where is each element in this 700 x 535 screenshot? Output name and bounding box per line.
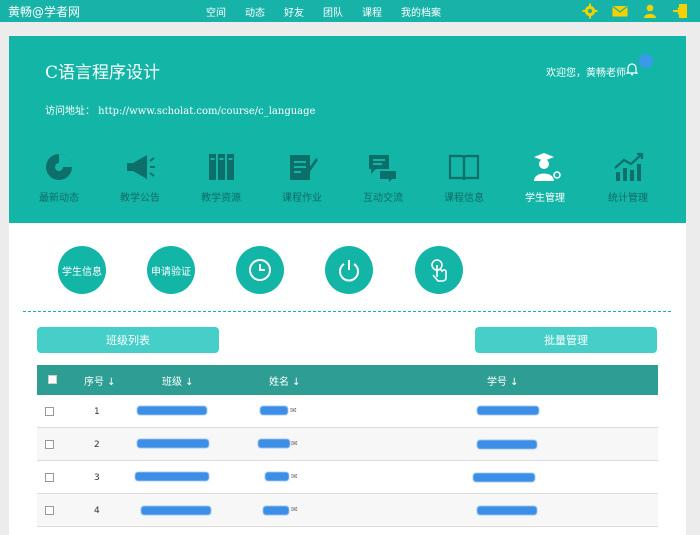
redacted-class (141, 506, 211, 515)
module-label: 课程作业 (282, 193, 322, 204)
graduate-icon (534, 153, 561, 181)
row-seq: 2 (94, 440, 100, 450)
redacted-class (137, 439, 209, 448)
site-name[interactable]: 黄畅@学者网 (8, 3, 80, 20)
nav-team[interactable]: 团队 (323, 4, 343, 19)
redacted-student-id (477, 440, 537, 449)
access-url: 访问地址： http://www.scholat.com/course/c_la… (45, 106, 316, 117)
module-label: 最新动态 (39, 193, 79, 204)
chat-icon (369, 155, 396, 182)
module-label: 教学资源 (201, 193, 241, 204)
redacted-name (265, 472, 289, 481)
mail-icon[interactable]: ✉ (291, 472, 298, 481)
clock-icon (249, 259, 271, 281)
module-label: 课程信息 (444, 193, 484, 204)
megaphone-icon (127, 155, 155, 179)
seq-header[interactable]: 序号 ↓ (84, 373, 116, 388)
redacted-class (135, 472, 209, 481)
class-list-button[interactable]: 班级列表 (37, 327, 219, 353)
bell-icon[interactable] (625, 62, 639, 76)
row-checkbox[interactable] (45, 407, 54, 416)
book-icon (448, 154, 480, 181)
redacted-student-id (477, 406, 539, 415)
table-row[interactable]: 1 ✉ (37, 395, 658, 428)
welcome-text: 欢迎您，黄畅老师 (546, 68, 626, 79)
nav-friends[interactable]: 好友 (284, 4, 304, 19)
apply-verify-button[interactable]: 申请验证 (147, 246, 195, 294)
redacted-student-id (473, 473, 535, 482)
student-actions: 学生信息 申请验证 (9, 246, 686, 296)
course-panel: C语言程序设计 欢迎您，黄畅老师 访问地址： http://www.schola… (9, 36, 686, 535)
row-checkbox[interactable] (45, 506, 54, 515)
nav-feed[interactable]: 动态 (245, 4, 265, 19)
module-label: 学生管理 (525, 193, 565, 204)
user-icon[interactable] (642, 3, 658, 19)
module-label: 统计管理 (608, 193, 648, 204)
module-bar: 最新动态 教学公告 教学资源 课程作业 互动交流 课程信息 学生管理 统计管理 (9, 151, 686, 211)
top-bar: 黄畅@学者网 空间 动态 好友 团队 课程 我的档案 (0, 0, 700, 22)
table-header: 序号 ↓ 班级 ↓ 姓名 ↓ 学号 ↓ (37, 365, 658, 395)
redacted-name (263, 506, 289, 515)
touch-button[interactable] (415, 246, 463, 294)
redacted-class (137, 406, 207, 415)
module-discussion[interactable]: 互动交流 (343, 151, 423, 204)
nav-space[interactable]: 空间 (206, 4, 226, 19)
module-course-info[interactable]: 课程信息 (424, 151, 504, 204)
module-student-management[interactable]: 学生管理 (505, 151, 585, 204)
mail-icon[interactable]: ✉ (290, 406, 297, 415)
edit-doc-icon (290, 155, 318, 180)
batch-manage-button[interactable]: 批量管理 (475, 327, 657, 353)
section-divider (23, 311, 671, 312)
history-button[interactable] (236, 246, 284, 294)
module-assignments[interactable]: 课程作业 (262, 151, 342, 204)
row-seq: 1 (94, 407, 100, 417)
course-title: C语言程序设计 (45, 63, 161, 83)
name-header[interactable]: 姓名 ↓ (269, 373, 301, 388)
pie-chart-icon (46, 154, 72, 180)
module-statistics[interactable]: 统计管理 (588, 151, 668, 204)
student-table: 序号 ↓ 班级 ↓ 姓名 ↓ 学号 ↓ 1 ✉ 2 ✉ 3 ✉ 4 ✉ (37, 365, 658, 527)
class-header[interactable]: 班级 ↓ (162, 373, 194, 388)
top-nav: 空间 动态 好友 团队 课程 我的档案 (206, 4, 460, 19)
student-id-header[interactable]: 学号 ↓ (487, 373, 519, 388)
power-button[interactable] (325, 246, 373, 294)
row-seq: 4 (94, 506, 100, 516)
module-resources[interactable]: 教学资源 (181, 151, 261, 204)
settings-icon[interactable] (582, 3, 598, 19)
course-banner: C语言程序设计 欢迎您，黄畅老师 访问地址： http://www.schola… (9, 36, 686, 223)
notification-badge[interactable] (639, 54, 653, 68)
binders-icon (209, 154, 234, 180)
table-row[interactable]: 3 ✉ (37, 461, 658, 494)
student-info-button[interactable]: 学生信息 (58, 246, 106, 294)
row-checkbox[interactable] (45, 440, 54, 449)
row-checkbox[interactable] (45, 473, 54, 482)
logout-icon[interactable] (672, 3, 688, 19)
nav-my-profile[interactable]: 我的档案 (401, 4, 441, 19)
nav-courses[interactable]: 课程 (362, 4, 382, 19)
module-announcements[interactable]: 教学公告 (100, 151, 180, 204)
table-row[interactable]: 4 ✉ (37, 494, 658, 527)
redacted-student-id (477, 506, 537, 515)
top-icons (568, 3, 688, 19)
table-row[interactable]: 2 ✉ (37, 428, 658, 461)
mail-icon[interactable] (612, 3, 628, 19)
module-label: 互动交流 (363, 193, 403, 204)
row-seq: 3 (94, 473, 100, 483)
mail-icon[interactable]: ✉ (291, 505, 298, 514)
power-icon (339, 260, 359, 282)
module-label: 教学公告 (120, 193, 160, 204)
touch-icon (431, 259, 447, 282)
redacted-name (260, 406, 288, 415)
mail-icon[interactable]: ✉ (291, 439, 298, 448)
redacted-name (258, 439, 290, 448)
module-latest-news[interactable]: 最新动态 (19, 151, 99, 204)
trend-chart-icon (614, 152, 644, 181)
select-all-checkbox[interactable] (48, 375, 57, 384)
